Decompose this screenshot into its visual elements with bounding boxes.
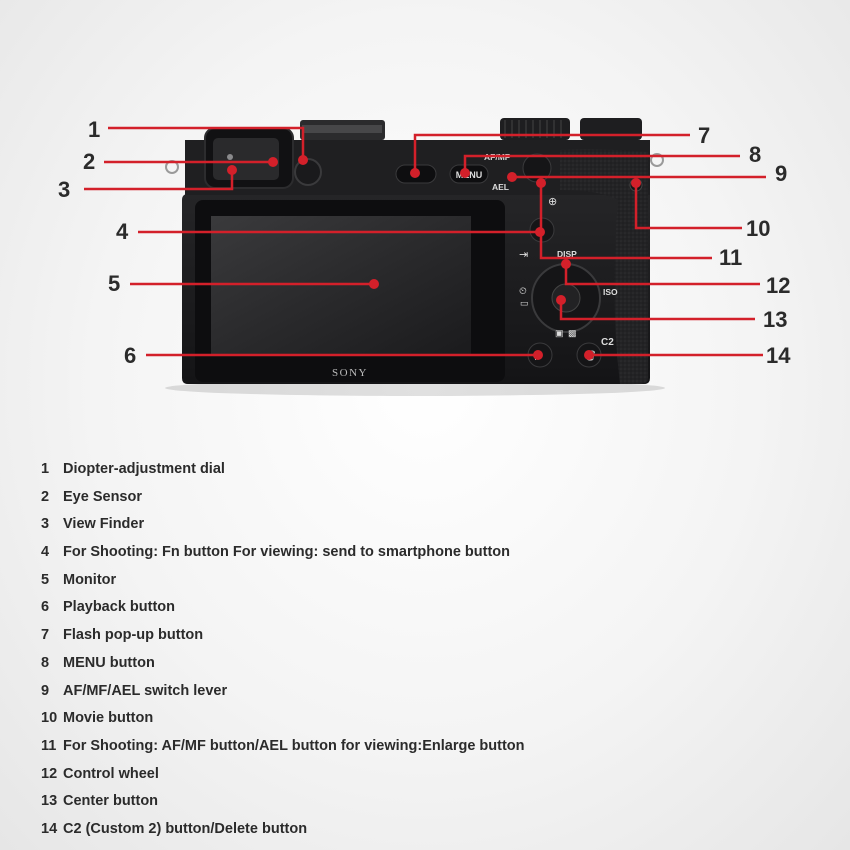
legend-number: 3	[41, 516, 50, 533]
c2-label: C2	[601, 337, 614, 348]
legend-label: Diopter-adjustment dial	[63, 461, 225, 477]
callout-dot-1	[298, 155, 308, 165]
legend-number: 9	[41, 682, 50, 699]
legend-number: 2	[41, 488, 50, 505]
legend-label: AF/MF/AEL switch lever	[63, 682, 228, 699]
legend-label: Control wheel	[63, 765, 159, 782]
legend-number: 13	[41, 793, 58, 810]
callout-number-2: 2	[83, 149, 96, 174]
legend-label: MENU button	[63, 654, 155, 671]
legend-number: 14	[41, 820, 58, 837]
callout-number-11: 11	[719, 245, 743, 270]
callout-number-12: 12	[766, 273, 791, 298]
legend-item: 10 Movie button	[41, 709, 741, 737]
legend-label: Monitor	[63, 571, 117, 588]
legend-item: 11 For Shooting: AF/MF button/AEL button …	[41, 737, 741, 765]
legend-item: 13 Center button	[41, 792, 741, 820]
legend-item: 3 View Finder	[41, 515, 741, 543]
callout-dot-7	[410, 168, 420, 178]
callout-dot-6	[533, 350, 543, 360]
legend-number: 8	[41, 654, 50, 671]
legend-number: 4	[41, 544, 50, 561]
callout-number-14: 14	[766, 343, 791, 368]
zoom-in-icon: ⊕	[548, 196, 557, 208]
iso-label: ISO	[603, 287, 618, 297]
legend-item: 8 MENU button	[41, 654, 741, 682]
callout-dot-8	[460, 168, 470, 178]
rear-dial	[580, 118, 642, 140]
legend-label: Playback button	[63, 599, 175, 616]
legend-item: 2 Eye Sensor	[41, 488, 741, 516]
sony-logo: SONY	[332, 367, 368, 379]
legend-label: Center button	[63, 793, 159, 810]
image-size-icon: ▩	[568, 328, 577, 338]
center-button-shape	[551, 283, 581, 313]
callout-dot-10	[631, 178, 641, 188]
legend-item: 7 Flash pop-up button	[41, 626, 741, 654]
callout-dot-13	[556, 295, 566, 305]
legend-label: Movie button	[63, 710, 154, 727]
legend-number: 10	[41, 710, 58, 727]
legend-number: 6	[41, 599, 50, 616]
self-timer-icon: ⏲	[519, 286, 527, 297]
callout-number-10: 10	[746, 216, 771, 241]
legend-label: For Shooting: AF/MF button/AEL button fo…	[63, 737, 525, 754]
legend-number: 12	[41, 765, 58, 782]
exposure-comp-icon: ▣	[555, 328, 564, 338]
legend-label: For Shooting: Fn button For viewing: sen…	[63, 544, 511, 561]
callout-dot-12	[561, 259, 571, 269]
legend-item: 4 For Shooting: Fn button For viewing: se…	[41, 543, 741, 571]
camera-diagram: MENU AF/MF AEL ⊕ SONY ⇥ DISP ISO ⏲ ▭ ▣ ▩…	[0, 0, 850, 440]
callout-dot-4	[535, 227, 545, 237]
legend-number: 1	[41, 461, 50, 477]
drive-mode-icon: ▭	[520, 298, 529, 308]
callout-number-4: 4	[116, 219, 129, 244]
eye-sensor-dot	[227, 154, 233, 160]
legend-number: 7	[41, 627, 50, 644]
legend-label: Eye Sensor	[63, 488, 142, 505]
callout-number-3: 3	[58, 177, 71, 202]
mode-dial	[500, 118, 570, 140]
callout-dot-5	[369, 279, 379, 289]
legend-item: 9 AF/MF/AEL switch lever	[41, 682, 741, 710]
callout-dot-3	[227, 165, 237, 175]
callout-line-10	[634, 183, 742, 230]
legend-label: Flash pop-up button	[63, 627, 204, 644]
callout-number-6: 6	[124, 343, 137, 368]
legend-label: View Finder	[63, 516, 145, 533]
callout-number-1: 1	[88, 117, 101, 142]
callout-number-9: 9	[775, 161, 788, 186]
legend-label: C2 (Custom 2) button/Delete button	[63, 820, 308, 837]
legend-item: 6 Playback button	[41, 598, 741, 626]
parts-legend: 1 Diopter-adjustment dial 2 Eye Sensor 3 Vi…	[41, 460, 741, 848]
ael-label: AEL	[492, 182, 509, 192]
callout-dot-2	[268, 157, 278, 167]
callout-number-8: 8	[749, 142, 762, 167]
legend-item: 14 C2 (Custom 2) button/Delete button	[41, 820, 741, 848]
diopter-dial	[294, 158, 322, 186]
legend-item: 1 Diopter-adjustment dial	[41, 460, 741, 488]
callout-dot-9	[507, 172, 517, 182]
send-to-smartphone-icon: ⇥	[519, 249, 528, 261]
legend-number: 5	[41, 571, 50, 588]
callout-number-7: 7	[698, 123, 711, 148]
callout-number-13: 13	[763, 307, 788, 332]
callout-dot-14	[584, 350, 594, 360]
legend-item: 12 Control wheel	[41, 765, 741, 793]
legend-item: 5 Monitor	[41, 571, 741, 599]
legend-number: 11	[41, 737, 57, 754]
callout-number-5: 5	[108, 271, 121, 296]
hot-shoe-contacts	[302, 125, 382, 133]
callout-dot-11	[536, 178, 546, 188]
